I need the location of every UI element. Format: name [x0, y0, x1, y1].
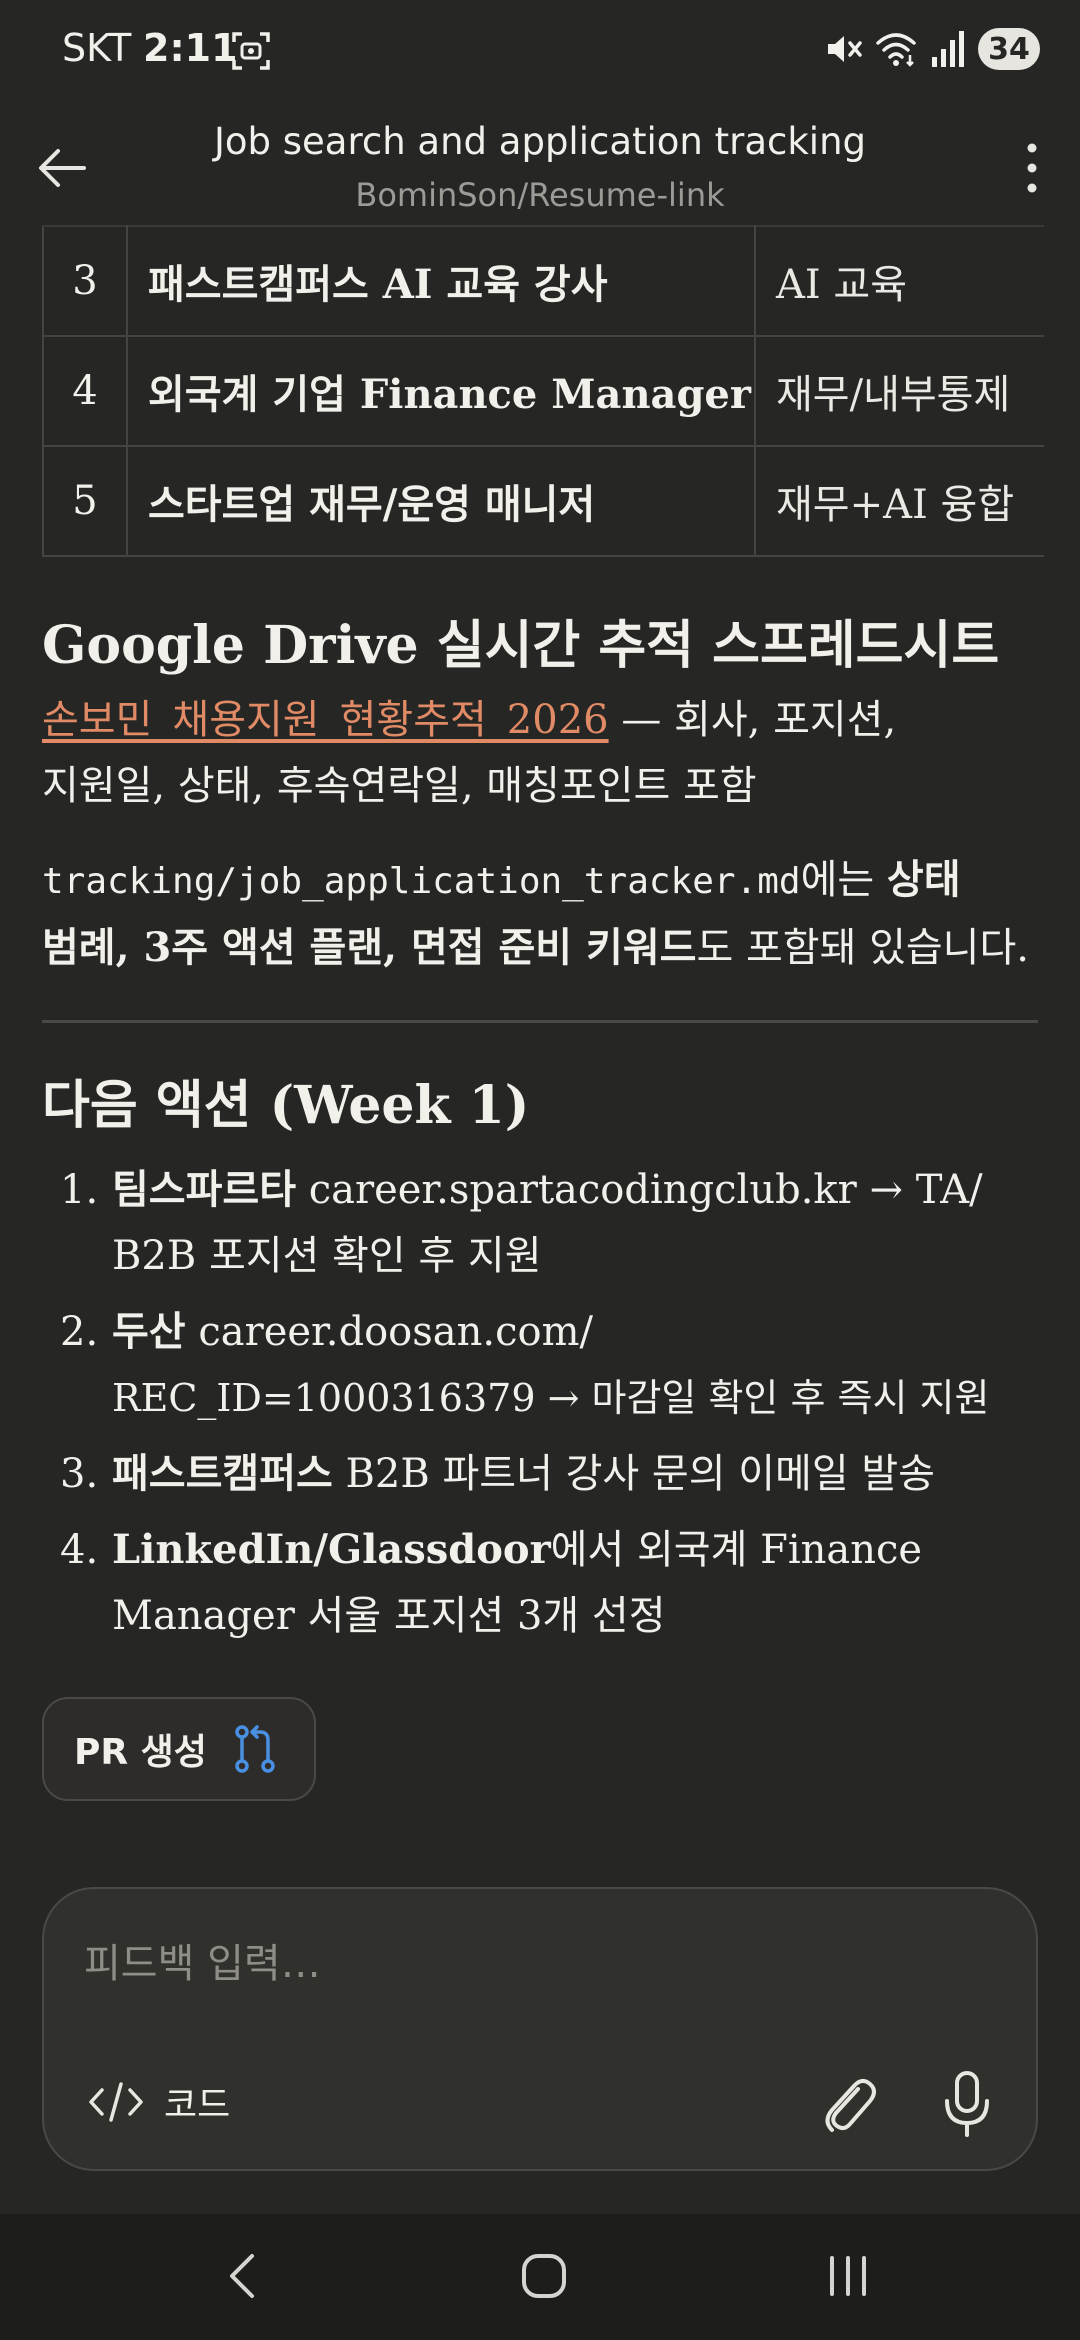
list-item-line1: career.doosan.com/: [185, 1309, 593, 1355]
mute-icon: [828, 36, 862, 62]
table-cell-num: 5: [42, 445, 128, 557]
code-button[interactable]: 코드: [88, 2067, 230, 2137]
carrier-label: SKT: [62, 26, 132, 70]
tracker-text2: 도 포함돼 있습니다.: [696, 925, 1029, 971]
tracker-paragraph: tracking/job_application_tracker.md에는 상태…: [42, 847, 1042, 981]
feedback-composer: 코드: [42, 1887, 1038, 2171]
system-nav-bar: [0, 2214, 1080, 2340]
battery-indicator: 34: [978, 28, 1040, 70]
job-table: 3 패스트캠퍼스 AI 교육 강사 AI 교육 4 외국계 기업 Finance…: [42, 225, 1044, 557]
list-item: 1. 팀스파르타 career.spartacodingclub.kr → TA…: [42, 1157, 1052, 1289]
tracker-file-path: tracking/job_application_tracker.md: [42, 861, 801, 902]
list-item-line2: B2B 포지션 확인 후 지원: [112, 1233, 542, 1279]
list-item-number: 1.: [60, 1167, 99, 1213]
divider: [42, 1020, 1038, 1023]
table-cell-num: 4: [42, 335, 128, 447]
table-cell-num: 3: [42, 225, 128, 337]
create-pr-button[interactable]: PR 생성: [42, 1697, 316, 1801]
more-vertical-icon[interactable]: [1012, 138, 1052, 198]
table-cell-area: AI 교육: [754, 225, 1044, 337]
list-item: 3. 패스트캠퍼스 B2B 파트너 강사 문의 이메일 발송: [42, 1441, 1052, 1507]
list-item-line2: Manager 서울 포지션 3개 선정: [112, 1593, 666, 1639]
list-item-bold: LinkedIn/Glassdoor: [112, 1526, 551, 1573]
list-item-bold: 패스트캠퍼스: [112, 1450, 333, 1497]
back-arrow-icon[interactable]: [34, 140, 90, 196]
repo-subtitle: BominSon/Resume-link: [355, 176, 725, 214]
nav-home-icon[interactable]: [512, 2244, 576, 2308]
table-row: 4 외국계 기업 Finance Manager 재무/내부통제: [42, 335, 1044, 447]
chat-content: 3 패스트캠퍼스 AI 교육 강사 AI 교육 4 외국계 기업 Finance…: [0, 225, 1080, 1865]
signal-icon: [932, 31, 964, 67]
app-screen: SKT 2:11 34 Job search and application t…: [0, 0, 1080, 2340]
list-item-bold: 두산: [112, 1308, 186, 1355]
table-row: 3 패스트캠퍼스 AI 교육 강사 AI 교육: [42, 225, 1044, 337]
wifi-icon: [876, 33, 916, 67]
tracker-bold1: 상태: [886, 856, 961, 903]
code-icon: [89, 2082, 143, 2122]
status-icons: 34: [822, 24, 1040, 74]
tracker-text1: 에는: [800, 857, 887, 903]
drive-desc-line2: 지원일, 상태, 후속연락일, 매칭포인트 포함: [42, 763, 757, 809]
tracker-bold2: 범례, 3주 액션 플랜, 면접 준비 키워드: [42, 924, 697, 971]
clock: 2:11: [143, 26, 238, 70]
microphone-icon[interactable]: [934, 2069, 1000, 2139]
nav-back-icon[interactable]: [214, 2246, 274, 2306]
drive-description: 손보민_채용지원_현황추적_2026 — 회사, 포지션, 지원일, 상태, 후…: [42, 687, 1042, 819]
next-actions-heading: 다음 액션 (Week 1): [42, 1075, 530, 1136]
list-item-line2: REC_ID=1000316379 → 마감일 확인 후 즉시 지원: [112, 1376, 990, 1420]
table-cell-area: 재무/내부통제: [754, 335, 1044, 447]
app-header: Job search and application tracking Bomi…: [0, 110, 1080, 220]
nav-recents-icon[interactable]: [816, 2246, 880, 2306]
screenshot-icon: [232, 32, 270, 70]
table-row: 5 스타트업 재무/운영 매니저 재무+AI 융합: [42, 445, 1044, 557]
list-item: 2. 두산 career.doosan.com/ REC_ID=10003163…: [42, 1299, 1052, 1431]
list-item-bold: 팀스파르타: [112, 1166, 296, 1213]
list-item-number: 3.: [60, 1451, 99, 1497]
paperclip-icon[interactable]: [814, 2069, 880, 2139]
code-label: 코드: [164, 2085, 231, 2126]
table-cell-role: 스타트업 재무/운영 매니저: [126, 445, 756, 557]
list-item: 4. LinkedIn/Glassdoor에서 외국계 Finance Mana…: [42, 1517, 1052, 1649]
list-item-number: 2.: [60, 1309, 99, 1355]
drive-desc-line1: — 회사, 포지션,: [608, 697, 897, 743]
table-cell-role: 외국계 기업 Finance Manager: [126, 335, 756, 447]
status-bar: SKT 2:11 34: [0, 0, 1080, 100]
list-item-line1: B2B 파트너 강사 문의 이메일 발송: [332, 1451, 935, 1497]
page-title: Job search and application tracking: [213, 120, 867, 163]
list-item-line1: 에서 외국계 Finance: [550, 1527, 923, 1573]
create-pr-label: PR 생성: [74, 1732, 207, 1773]
feedback-input[interactable]: [84, 1929, 964, 1999]
spreadsheet-link[interactable]: 손보민_채용지원_현황추적_2026: [42, 697, 609, 743]
drive-heading: Google Drive 실시간 추적 스프레드시트: [42, 615, 1000, 676]
list-item-line1: career.spartacodingclub.kr → TA/: [296, 1167, 983, 1213]
git-pull-request-icon: [235, 1725, 275, 1773]
next-actions-list: 1. 팀스파르타 career.spartacodingclub.kr → TA…: [42, 1157, 1052, 1659]
table-cell-area: 재무+AI 융합: [754, 445, 1044, 557]
table-cell-role: 패스트캠퍼스 AI 교육 강사: [126, 225, 756, 337]
list-item-number: 4.: [60, 1527, 99, 1573]
